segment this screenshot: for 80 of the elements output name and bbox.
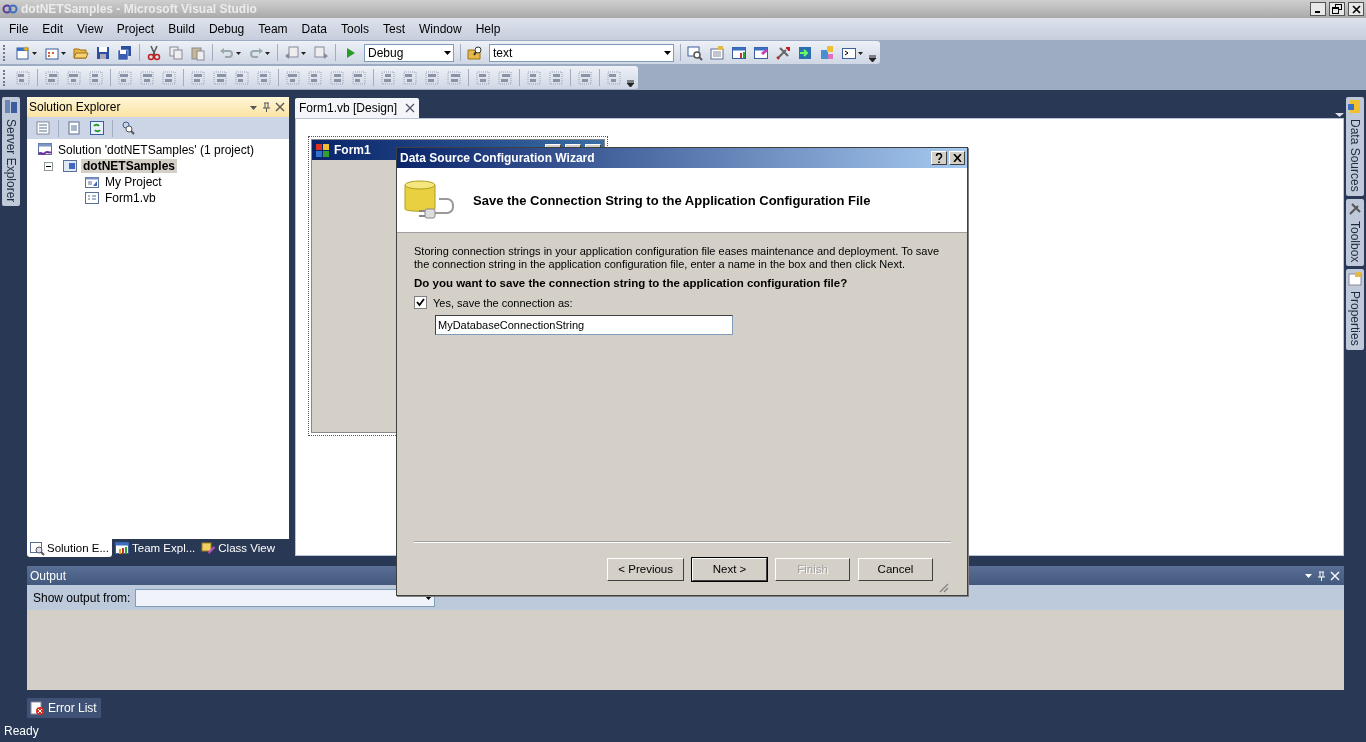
- configuration-dropdown[interactable]: Debug: [364, 43, 454, 62]
- menu-item[interactable]: Tools: [333, 20, 376, 38]
- checkmark-icon: [416, 298, 425, 307]
- help-button[interactable]: [931, 151, 947, 165]
- minus-icon: [45, 163, 51, 169]
- dialog-title: Data Source Configuration Wizard: [400, 151, 596, 165]
- dock-tab[interactable]: Properties: [1346, 269, 1364, 350]
- close-icon: [405, 103, 416, 113]
- properties-icon[interactable]: [33, 118, 53, 138]
- close-button[interactable]: [1348, 2, 1364, 16]
- toolbox-icon: [1347, 200, 1363, 217]
- menu-item[interactable]: Build: [161, 20, 202, 38]
- close-icon: [952, 154, 962, 162]
- menu-item[interactable]: Window: [412, 20, 469, 38]
- status-text: Ready: [4, 724, 39, 738]
- panel-title: Output: [30, 568, 67, 583]
- solution-icon: [37, 142, 53, 158]
- close-icon: [1351, 4, 1361, 14]
- menu-item[interactable]: Data: [294, 20, 334, 38]
- menu-item[interactable]: View: [70, 20, 110, 38]
- panel-tab[interactable]: Team Expl...: [112, 539, 199, 557]
- menu-item[interactable]: Test: [375, 20, 412, 38]
- menu-item[interactable]: Debug: [201, 20, 252, 38]
- tree-item[interactable]: dotNETSamples: [81, 159, 177, 173]
- panel-tab[interactable]: Class View: [198, 539, 278, 557]
- dock-tab[interactable]: Data Sources: [1346, 97, 1364, 196]
- form-file-icon: [84, 190, 100, 206]
- pin-icon: [1317, 570, 1326, 581]
- dropdown-arrow-icon: [664, 50, 671, 55]
- form-icon: [315, 142, 330, 158]
- tree-item[interactable]: My Project: [103, 175, 164, 189]
- wizard-button[interactable]: Next >: [692, 557, 767, 581]
- form-title: Form1: [334, 143, 372, 157]
- save-connection-checkbox[interactable]: [414, 296, 427, 309]
- close-icon: [1330, 570, 1340, 581]
- team-explorer-icon: [114, 540, 130, 556]
- menu-item[interactable]: File: [2, 20, 36, 38]
- connection-name-field[interactable]: MyDatabaseConnectionString: [435, 315, 733, 335]
- project-icon: [62, 158, 78, 174]
- class-view-icon: [200, 540, 217, 556]
- find-combo-box[interactable]: text: [489, 43, 674, 62]
- dropdown-caret-icon: [1304, 571, 1313, 580]
- dock-tab[interactable]: Server Explorer: [2, 97, 20, 207]
- database-plug-icon: [403, 179, 455, 221]
- window-title: dotNETSamples - Microsoft Visual Studio: [21, 2, 258, 16]
- server-icon: [3, 99, 19, 115]
- menu-item[interactable]: Team: [251, 20, 295, 38]
- menu-item[interactable]: Edit: [35, 20, 71, 38]
- refresh-icon[interactable]: [87, 118, 107, 138]
- pin-icon: [262, 102, 271, 112]
- minimize-button[interactable]: [1310, 2, 1326, 16]
- dropdown-arrow-icon: [444, 50, 451, 55]
- solution-explorer-icon: [29, 540, 45, 556]
- restore-icon: [1332, 4, 1342, 14]
- properties-icon: [84, 174, 100, 190]
- resize-grip-icon: [937, 581, 949, 593]
- output-source-label: Show output from:: [33, 590, 131, 605]
- menu-item[interactable]: Help: [468, 20, 508, 38]
- wizard-description: Storing connection strings in your application configuration file eases maintenance and deployment. To save the connection string in the application configuration file, enter a name in the box and then click Next.: [414, 245, 941, 271]
- collapse-toggle[interactable]: [43, 161, 53, 171]
- panel-title: Solution Explorer: [29, 100, 122, 114]
- wizard-button[interactable]: Cancel: [858, 557, 933, 581]
- wizard-question: Do you want to save the connection string to the application configuration file?: [414, 277, 849, 289]
- restore-button[interactable]: [1329, 2, 1345, 16]
- document-tab[interactable]: Form1.vb [Design]: [295, 98, 420, 118]
- checkbox-label: Yes, save the connection as:: [433, 296, 573, 309]
- properties-icon: [1347, 271, 1363, 288]
- question-mark-icon: [935, 153, 943, 163]
- tree-item[interactable]: Form1.vb: [103, 191, 158, 205]
- data-sources-icon: [1347, 99, 1363, 115]
- wizard-heading: Save the Connection String to the Application Configuration File: [473, 192, 871, 208]
- menu-item[interactable]: Project: [109, 20, 162, 38]
- close-icon: [275, 102, 285, 112]
- panel-tab[interactable]: Solution E...: [27, 539, 112, 557]
- dock-tab[interactable]: Toolbox: [1346, 198, 1364, 267]
- tree-item[interactable]: Solution 'dotNETSamples' (1 project): [56, 143, 256, 157]
- error-list-icon: [29, 700, 45, 716]
- wizard-button[interactable]: < Previous: [607, 557, 684, 581]
- panel-tab[interactable]: Error List: [27, 698, 101, 718]
- output-source-dropdown[interactable]: [135, 588, 436, 607]
